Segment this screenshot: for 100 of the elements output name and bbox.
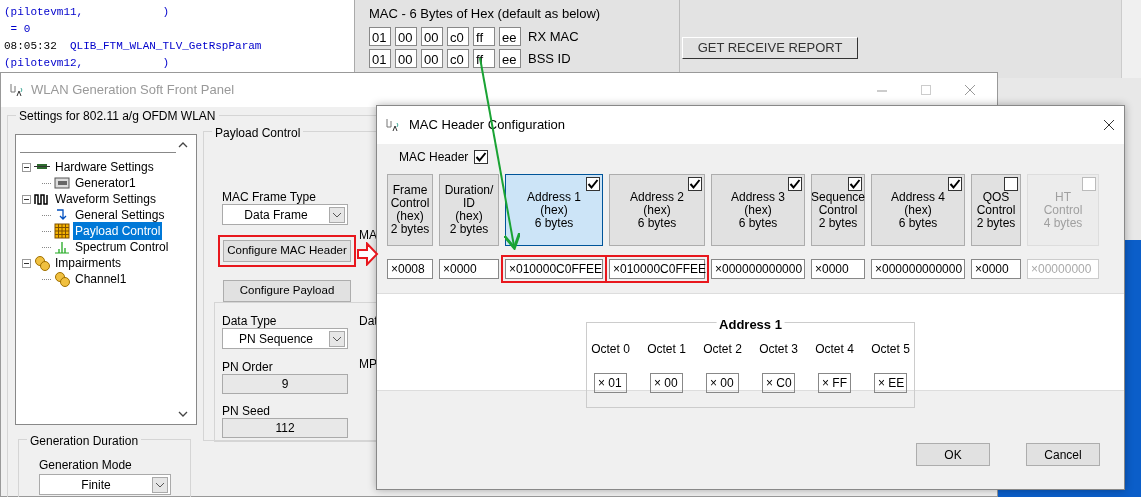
field-label: PN Order: [222, 359, 273, 376]
octet-field[interactable]: × 00: [706, 373, 739, 393]
field-tab[interactable]: Duration/ ID (hex) 2 bytes: [439, 174, 499, 246]
pn-seed-field[interactable]: 112: [222, 418, 348, 438]
frame-type-dropdown[interactable]: Data Frame: [222, 204, 348, 225]
hex-byte-field[interactable]: 00: [395, 49, 417, 69]
hex-value-field[interactable]: ×010000C0FFEE: [505, 259, 603, 279]
octet-field[interactable]: × EE: [874, 373, 907, 393]
hex-value-field[interactable]: ×0008: [387, 259, 433, 279]
hex-byte-field[interactable]: 00: [421, 49, 443, 69]
field-checkbox[interactable]: [848, 177, 862, 191]
hex-byte-field[interactable]: c0: [447, 49, 469, 69]
log-line: = 0: [9, 22, 32, 37]
tree-item[interactable]: General Settings: [73, 206, 167, 224]
scrollbar[interactable]: [1121, 0, 1141, 78]
octet-field[interactable]: × 01: [594, 373, 627, 393]
log-time: 08:05:32: [4, 40, 57, 52]
configure-button[interactable]: Configure Payload: [223, 280, 351, 302]
mode-dropdown[interactable]: Finite: [39, 474, 171, 495]
octet-label: Octet 3: [759, 341, 798, 358]
field-tab[interactable]: Address 2 (hex) 6 bytes: [609, 174, 705, 246]
octet-label: Octet 4: [815, 341, 854, 358]
hex-byte-field[interactable]: 01: [369, 49, 391, 69]
field-label: RX MAC: [528, 27, 579, 46]
field-tab[interactable]: Address 1 (hex) 6 bytes: [505, 174, 603, 246]
panel-title: MAC - 6 Bytes of Hex (default as below): [369, 5, 602, 23]
chevron-down-icon: [329, 206, 345, 223]
scroll-down-icon[interactable]: [178, 411, 188, 418]
tree-item[interactable]: Generator1: [73, 174, 138, 192]
octet-label: Octet 1: [647, 341, 686, 358]
field-tab[interactable]: Address 4 (hex) 6 bytes: [871, 174, 965, 246]
hex-byte-field[interactable]: 01: [369, 26, 391, 46]
field-tab[interactable]: Sequence Control 2 bytes: [811, 174, 865, 246]
checkbox-label: MAC Header: [399, 149, 469, 166]
field-checkbox[interactable]: [788, 177, 802, 191]
log-line: (pilotevm12, ): [4, 56, 171, 71]
report-button[interactable]: GET RECEIVE REPORT: [682, 37, 858, 59]
field-label: PN Seed: [222, 403, 271, 420]
hex-value-field[interactable]: ×0000: [971, 259, 1021, 279]
spectrum-icon: [54, 239, 70, 255]
device-icon: [54, 175, 70, 191]
tree-item[interactable]: Hardware Settings: [53, 158, 156, 176]
hex-byte-field[interactable]: ee: [499, 26, 521, 46]
hex-byte-field[interactable]: ff: [473, 49, 495, 69]
tree-item[interactable]: Impairments: [53, 254, 124, 272]
octet-field[interactable]: × 00: [650, 373, 683, 393]
field-checkbox[interactable]: [586, 177, 600, 191]
collapse-toggle-icon[interactable]: [22, 258, 31, 268]
window-title: WLAN Generation Soft Front Panel: [31, 81, 235, 100]
octet-label: Octet 0: [591, 341, 630, 358]
field-tab[interactable]: Frame Control (hex) 2 bytes: [387, 174, 433, 246]
field-label: Dat: [359, 313, 378, 330]
tree-item[interactable]: Waveform Settings: [53, 190, 158, 208]
field-label: Generation Mode: [39, 457, 132, 474]
field-label: Data Type: [222, 313, 277, 330]
hex-byte-field[interactable]: c0: [447, 26, 469, 46]
configure-button[interactable]: Configure MAC Header: [223, 240, 351, 262]
waveform-icon: [34, 191, 50, 207]
field-checkbox[interactable]: [948, 177, 962, 191]
hex-byte-field[interactable]: 00: [421, 26, 443, 46]
collapse-toggle-icon[interactable]: [22, 162, 31, 172]
hex-byte-field[interactable]: ee: [499, 49, 521, 69]
field-label: MP: [359, 356, 377, 373]
hex-value-field[interactable]: ×010000C0FFEE: [609, 259, 705, 279]
octet-label: Octet 5: [871, 341, 910, 358]
field-checkbox[interactable]: [688, 177, 702, 191]
mac-header-checkbox[interactable]: [474, 150, 489, 164]
field-label: BSS ID: [528, 50, 571, 68]
close-icon[interactable]: [1102, 118, 1116, 132]
field-checkbox[interactable]: [1004, 177, 1018, 191]
octet-label: Octet 2: [703, 341, 742, 358]
tree-item[interactable]: Spectrum Control: [73, 238, 171, 256]
tree-item[interactable]: Payload Control: [73, 222, 163, 240]
octet-field[interactable]: × FF: [818, 373, 851, 393]
pn-order-field[interactable]: 9: [222, 374, 348, 394]
chevron-down-icon: [329, 330, 345, 347]
octet-field[interactable]: × C0: [762, 373, 795, 393]
dialog-button[interactable]: Cancel: [1026, 443, 1100, 466]
hex-value-field[interactable]: ×0000: [811, 259, 865, 279]
log-line: QLIB_FTM_WLAN_TLV_GetRspParam: [69, 40, 262, 52]
hex-value-field[interactable]: ×0000: [439, 259, 499, 279]
hex-value-field[interactable]: ×000000000000: [711, 259, 805, 279]
tree-item[interactable]: Channel1: [73, 270, 129, 288]
gears-icon: [34, 255, 50, 271]
chevron-down-icon: [152, 476, 168, 493]
gears-icon: [54, 271, 70, 287]
hex-byte-field[interactable]: ff: [473, 26, 495, 46]
hex-value-field[interactable]: ×000000000000: [871, 259, 965, 279]
dialog-button[interactable]: OK: [916, 443, 990, 466]
antenna-icon: [385, 117, 401, 133]
scroll-up-icon[interactable]: [178, 141, 188, 148]
field-label: MAC Frame Type: [222, 189, 316, 206]
grid-icon: [54, 223, 70, 239]
hex-byte-field[interactable]: 00: [395, 26, 417, 46]
collapse-toggle-icon[interactable]: [22, 194, 31, 204]
field-tab[interactable]: Address 3 (hex) 6 bytes: [711, 174, 805, 246]
data-type-dropdown[interactable]: PN Sequence: [222, 328, 348, 349]
field-tab[interactable]: QOS Control 2 bytes: [971, 174, 1021, 246]
log-line: (pilotevm11, ): [4, 5, 171, 20]
antenna-icon: [9, 82, 25, 98]
